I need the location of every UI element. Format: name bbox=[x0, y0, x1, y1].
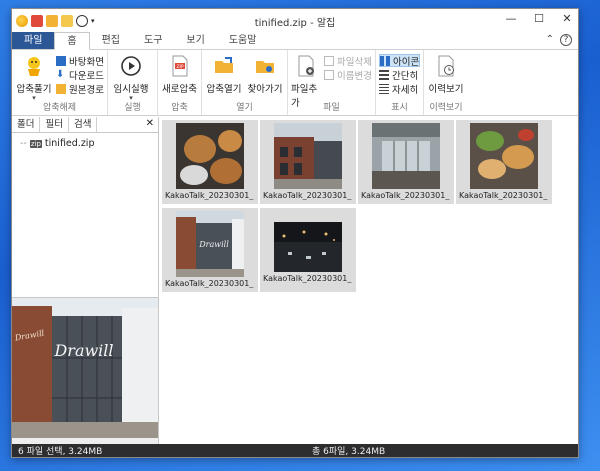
file-tile[interactable]: KakaoTalk_20230301_ bbox=[456, 120, 552, 204]
file-tile[interactable]: Drawill KakaoTalk_20230301_ bbox=[162, 208, 258, 292]
file-tile[interactable]: KakaoTalk_20230301_ bbox=[260, 208, 356, 292]
thumbnail-image bbox=[470, 123, 538, 189]
thumbnail-image bbox=[274, 123, 342, 189]
rename-button[interactable]: 이름변경 bbox=[324, 68, 372, 82]
file-name: KakaoTalk_20230301_ bbox=[263, 191, 352, 200]
status-selection: 6 파일 선택, 3.24MB bbox=[18, 447, 103, 457]
desktop-icon bbox=[56, 55, 67, 66]
details-icon bbox=[379, 83, 389, 94]
trash-icon bbox=[324, 55, 335, 66]
file-name: KakaoTalk_20230301_ bbox=[165, 191, 254, 200]
group-history: 이력보기 이력보기 bbox=[424, 50, 468, 115]
folder-tree: -- zip tinified.zip bbox=[12, 133, 158, 297]
file-list-pane: KakaoTalk_20230301_ KakaoTalk_20230301_ bbox=[159, 117, 578, 444]
folder-path-icon bbox=[56, 83, 67, 94]
play-icon bbox=[121, 56, 141, 76]
svg-text:ZIP: ZIP bbox=[176, 64, 183, 70]
maximize-icon[interactable]: ☐ bbox=[532, 12, 546, 25]
file-grid: KakaoTalk_20230301_ KakaoTalk_20230301_ bbox=[162, 120, 575, 292]
group-compress: ZIP 새로압축 압축 bbox=[158, 50, 202, 115]
tab-tools[interactable]: 도구 bbox=[132, 32, 174, 49]
rename-icon bbox=[324, 69, 335, 80]
file-name: KakaoTalk_20230301_ bbox=[165, 279, 254, 288]
tab-folder[interactable]: 폴더 bbox=[12, 117, 41, 132]
ribbon: 압축풀기 ▾ 바탕화면 ⬇ 다운로드 원본경로 압축해제 임시실행 ▾ 실행 Z… bbox=[12, 50, 578, 116]
run-icon[interactable] bbox=[76, 14, 88, 27]
file-name: KakaoTalk_20230301_ bbox=[459, 191, 548, 200]
extract-desktop-button[interactable]: 바탕화면 bbox=[56, 54, 104, 68]
left-pane-tabs: 폴더 필터 검색 ✕ bbox=[12, 117, 158, 133]
tab-help[interactable]: 도움말 bbox=[217, 32, 269, 49]
extract-source-path-button[interactable]: 원본경로 bbox=[56, 82, 104, 96]
history-icon bbox=[438, 55, 454, 77]
tab-home[interactable]: 홈 bbox=[54, 32, 90, 50]
group-file: 파일추가 파일삭제 이름변경 파일 bbox=[288, 50, 376, 115]
main-area: 폴더 필터 검색 ✕ -- zip tinified.zip Drawill D… bbox=[12, 117, 578, 444]
zip-file-icon: zip bbox=[29, 139, 42, 148]
tab-filter[interactable]: 필터 bbox=[40, 117, 69, 132]
tab-search[interactable]: 검색 bbox=[69, 117, 98, 132]
list-icon bbox=[379, 69, 389, 80]
help-icon[interactable]: ? bbox=[560, 34, 572, 46]
left-pane: 폴더 필터 검색 ✕ -- zip tinified.zip Drawill D… bbox=[12, 117, 159, 444]
tab-file[interactable]: 파일 bbox=[12, 32, 55, 49]
collapse-ribbon-icon[interactable]: ⌃ bbox=[546, 34, 554, 46]
window-title: tinified.zip - 알집 bbox=[254, 18, 336, 29]
close-icon[interactable]: ✕ bbox=[560, 12, 574, 25]
title-bar: ▾ tinified.zip - 알집 — ☐ ✕ bbox=[12, 9, 578, 32]
app-logo-icon bbox=[16, 14, 28, 27]
file-name: KakaoTalk_20230301_ bbox=[361, 191, 450, 200]
ribbon-tabs: 파일 홈 편집 도구 보기 도움말 ⌃ ? bbox=[12, 32, 578, 50]
zip-file-icon: ZIP bbox=[172, 55, 187, 77]
new-zip-icon[interactable] bbox=[31, 14, 43, 27]
image-preview: Drawill Drawill bbox=[12, 297, 158, 444]
preview-building-image: Drawill Drawill bbox=[12, 298, 158, 438]
thumbnail-image bbox=[176, 123, 244, 189]
thumbnail-image bbox=[372, 123, 440, 189]
group-run: 임시실행 ▾ 실행 bbox=[108, 50, 158, 115]
grid-icon bbox=[380, 55, 390, 66]
open-folder-icon[interactable] bbox=[46, 14, 58, 27]
group-open: 압축열기 찾아가기 열기 bbox=[202, 50, 288, 115]
open-folder-icon bbox=[215, 57, 233, 73]
delete-file-button[interactable]: 파일삭제 bbox=[324, 54, 372, 68]
folder-pin-icon bbox=[256, 61, 274, 73]
close-pane-icon[interactable]: ✕ bbox=[146, 118, 154, 129]
view-icons-button[interactable]: 아이콘 bbox=[379, 54, 421, 68]
thumbnail-image: Drawill bbox=[176, 211, 244, 277]
view-details-button[interactable]: 자세히 bbox=[379, 82, 420, 96]
extract-genie-icon bbox=[28, 57, 41, 76]
file-name: KakaoTalk_20230301_ bbox=[263, 274, 352, 283]
minimize-icon[interactable]: — bbox=[504, 12, 518, 25]
view-list-button[interactable]: 간단히 bbox=[379, 68, 420, 82]
thumbnail-image bbox=[274, 222, 342, 272]
extract-icon[interactable] bbox=[61, 14, 73, 27]
status-total: 총 6파일, 3.24MB bbox=[312, 447, 386, 457]
add-file-icon bbox=[298, 55, 315, 77]
group-extract: 압축풀기 ▾ 바탕화면 ⬇ 다운로드 원본경로 압축해제 bbox=[12, 50, 108, 115]
group-view: 아이콘 간단히 자세히 표시 bbox=[376, 50, 424, 115]
chevron-down-icon[interactable]: ▾ bbox=[91, 17, 95, 25]
file-tile[interactable]: KakaoTalk_20230301_ bbox=[260, 120, 356, 204]
file-tile[interactable]: KakaoTalk_20230301_ bbox=[162, 120, 258, 204]
status-bar: 6 파일 선택, 3.24MB 총 6파일, 3.24MB bbox=[12, 444, 578, 457]
tab-edit[interactable]: 편집 bbox=[90, 32, 132, 49]
quick-access-toolbar: ▾ bbox=[12, 14, 95, 27]
app-window: ▾ tinified.zip - 알집 — ☐ ✕ 파일 홈 편집 도구 보기 … bbox=[11, 8, 579, 458]
tree-node-root[interactable]: -- zip tinified.zip bbox=[20, 138, 150, 149]
download-icon: ⬇ bbox=[56, 68, 65, 80]
file-tile[interactable]: KakaoTalk_20230301_ bbox=[358, 120, 454, 204]
thumbnail-sign-text: Drawill bbox=[198, 240, 229, 249]
extract-downloads-button[interactable]: ⬇ 다운로드 bbox=[56, 68, 104, 82]
preview-sign-text: Drawill bbox=[53, 341, 113, 360]
tab-view[interactable]: 보기 bbox=[174, 32, 216, 49]
